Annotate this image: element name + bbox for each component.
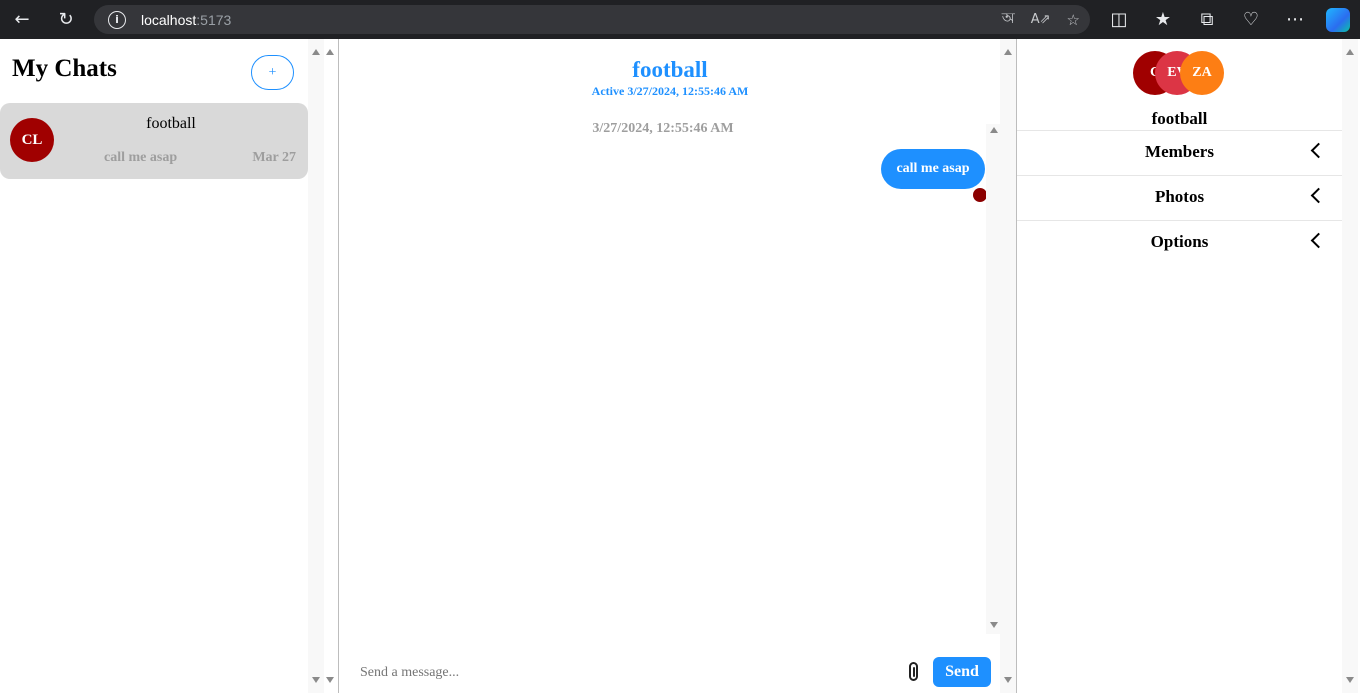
url-host: localhost	[141, 11, 197, 28]
options-section[interactable]: Options	[1017, 220, 1342, 265]
last-message-date: Mar 27	[252, 150, 296, 165]
message-input[interactable]	[356, 659, 896, 687]
scroll-down-arrow-icon[interactable]	[326, 677, 334, 683]
scroll-up-arrow-icon[interactable]	[326, 49, 334, 55]
send-button[interactable]: Send	[933, 657, 991, 687]
scroll-up-arrow-icon[interactable]	[1004, 49, 1012, 55]
scroll-down-arrow-icon[interactable]	[990, 622, 998, 628]
message-bubble: call me asap	[881, 149, 985, 189]
browser-essentials-icon[interactable]: ♡	[1232, 4, 1270, 36]
conversation-scrollbar[interactable]	[1000, 39, 1016, 693]
avatar: ZA	[1180, 51, 1224, 95]
read-aloud-icon[interactable]: A⇗	[1031, 12, 1051, 27]
panel-scrollbar[interactable]	[322, 39, 338, 693]
group-details-panel: C EV ZA football Members Photos Options	[1017, 39, 1360, 693]
browser-toolbar: ← ↻ i localhost:5173 অ A⇗ ☆ ◫ ★ ⧉ ♡ ⋯	[0, 0, 1360, 39]
chat-list-panel: My Chats + CL football call me asap Mar …	[0, 39, 339, 693]
conversation-status: Active 3/27/2024, 12:55:46 AM	[591, 84, 749, 98]
copilot-icon[interactable]	[1326, 7, 1350, 32]
member-avatars: C EV ZA	[1133, 51, 1253, 95]
scroll-down-arrow-icon[interactable]	[312, 677, 320, 683]
section-label: Members	[1145, 142, 1214, 161]
scroll-down-arrow-icon[interactable]	[1346, 677, 1354, 683]
members-section[interactable]: Members	[1017, 130, 1342, 175]
translate-icon[interactable]: অ	[1002, 7, 1015, 32]
favorite-star-icon[interactable]: ☆	[1067, 11, 1080, 29]
address-bar[interactable]: i localhost:5173 অ A⇗ ☆	[94, 5, 1090, 34]
scroll-up-arrow-icon[interactable]	[1346, 49, 1354, 55]
favorites-icon[interactable]: ★	[1144, 4, 1182, 36]
scroll-up-arrow-icon[interactable]	[312, 49, 320, 55]
read-receipt-avatar	[973, 188, 987, 202]
chat-name: football	[146, 115, 196, 132]
split-screen-icon[interactable]: ◫	[1100, 4, 1138, 36]
section-label: Photos	[1154, 187, 1205, 206]
site-info-icon[interactable]: i	[108, 10, 126, 29]
collections-icon[interactable]: ⧉	[1188, 4, 1226, 36]
new-group-chat-button[interactable]: +	[251, 55, 294, 90]
section-label: Options	[1150, 232, 1209, 251]
attachment-paperclip-icon[interactable]	[909, 662, 918, 681]
details-scrollbar[interactable]	[1342, 39, 1358, 693]
scroll-up-arrow-icon[interactable]	[990, 127, 998, 133]
scroll-down-arrow-icon[interactable]	[1004, 677, 1012, 683]
more-menu-icon[interactable]: ⋯	[1276, 4, 1314, 36]
chat-list-item[interactable]: CL football call me asap Mar 27	[0, 103, 308, 179]
back-arrow-icon[interactable]: ←	[3, 3, 41, 35]
last-message-preview: call me asap	[104, 150, 178, 165]
conversation-panel: football Active 3/27/2024, 12:55:46 AM 3…	[340, 39, 1017, 693]
url-port: :5173	[196, 11, 232, 28]
message-timestamp: 3/27/2024, 12:55:46 AM	[592, 121, 734, 136]
reload-icon[interactable]: ↻	[47, 3, 85, 35]
conversation-title: football	[632, 57, 708, 82]
group-name: football	[1151, 109, 1208, 128]
photos-section[interactable]: Photos	[1017, 175, 1342, 220]
page-title: My Chats	[12, 55, 117, 82]
